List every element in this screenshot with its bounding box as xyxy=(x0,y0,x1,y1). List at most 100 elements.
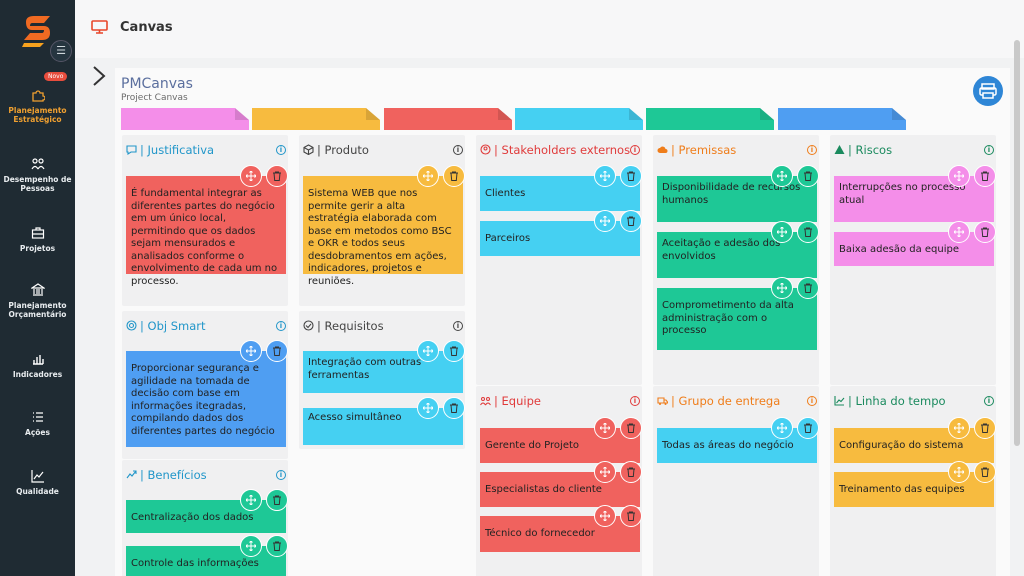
sticky-note[interactable]: Técnico do fornecedor xyxy=(480,516,640,552)
delete-button[interactable] xyxy=(974,417,996,439)
sticky-note[interactable]: Disponibilidade de recursos humanos xyxy=(657,176,817,222)
column-requisitos: | Requisitos i Integração com outras ferra… xyxy=(299,311,465,449)
move-button[interactable] xyxy=(771,165,793,187)
delete-button[interactable] xyxy=(443,340,465,362)
sticky-note[interactable]: Acesso simultâneo xyxy=(303,408,463,445)
delete-button[interactable] xyxy=(797,277,819,299)
move-button[interactable] xyxy=(771,277,793,299)
nav-planejamento-estrategico[interactable]: Planejamento Estratégico xyxy=(0,88,75,124)
sticky-note[interactable]: Comprometimento da alta administração co… xyxy=(657,288,817,350)
canvas-subtitle: Project Canvas xyxy=(121,93,188,103)
sticky-note[interactable]: Clientes xyxy=(480,176,640,211)
nav-acoes[interactable]: Ações xyxy=(0,410,75,437)
sticky-note[interactable]: Interrupções no processo atual xyxy=(834,176,994,222)
color-tab[interactable] xyxy=(515,108,643,130)
info-icon[interactable]: i xyxy=(276,470,286,480)
sticky-note[interactable]: Centralização dos dados xyxy=(126,500,286,533)
delete-button[interactable] xyxy=(266,165,288,187)
info-icon[interactable]: i xyxy=(453,321,463,331)
delete-button[interactable] xyxy=(620,417,642,439)
info-icon[interactable]: i xyxy=(807,396,817,406)
info-icon[interactable]: i xyxy=(276,321,286,331)
info-icon[interactable]: i xyxy=(807,145,817,155)
sticky-note[interactable]: Todas as áreas do negócio xyxy=(657,428,817,463)
sticky-note[interactable]: Sistema WEB que nos permite gerir a alta… xyxy=(303,176,463,287)
info-icon[interactable]: i xyxy=(984,145,994,155)
nav-desempenho-pessoas[interactable]: Desempenho de Pessoas xyxy=(0,157,75,193)
color-tab[interactable] xyxy=(778,108,906,130)
delete-button[interactable] xyxy=(266,340,288,362)
move-button[interactable] xyxy=(771,221,793,243)
sticky-note[interactable]: Parceiros xyxy=(480,221,640,256)
move-button[interactable] xyxy=(594,461,616,483)
move-button[interactable] xyxy=(594,417,616,439)
move-icon xyxy=(599,215,611,227)
sticky-note[interactable]: É fundamental integrar as diferentes par… xyxy=(126,176,286,287)
nav-projetos[interactable]: Projetos xyxy=(0,226,75,253)
color-tab[interactable] xyxy=(121,108,249,130)
move-icon xyxy=(245,494,257,506)
move-button[interactable] xyxy=(594,210,616,232)
move-button[interactable] xyxy=(594,165,616,187)
nav-planejamento-orcamentario[interactable]: Planejamento Orçamentário xyxy=(0,283,75,319)
sticky-note[interactable]: Gerente do Projeto xyxy=(480,428,640,463)
info-icon[interactable]: i xyxy=(984,396,994,406)
sticky-note[interactable]: Configuração do sistema xyxy=(834,428,994,463)
info-icon[interactable]: i xyxy=(276,145,286,155)
move-button[interactable] xyxy=(240,489,262,511)
chevron-right-icon[interactable] xyxy=(90,65,108,87)
move-icon xyxy=(599,510,611,522)
delete-button[interactable] xyxy=(974,461,996,483)
info-icon[interactable]: i xyxy=(630,396,640,406)
delete-button[interactable] xyxy=(620,210,642,232)
column-justificativa: | Justificativa i É fundamental integrar a… xyxy=(122,135,288,306)
people-icon xyxy=(30,158,45,170)
nav-qualidade[interactable]: Qualidade xyxy=(0,469,75,496)
delete-button[interactable] xyxy=(443,165,465,187)
check-circle-icon xyxy=(303,320,314,331)
info-icon[interactable]: i xyxy=(630,145,640,155)
delete-button[interactable] xyxy=(974,165,996,187)
delete-button[interactable] xyxy=(797,221,819,243)
move-button[interactable] xyxy=(240,535,262,557)
sticky-note[interactable]: Integração com outras ferramentas xyxy=(303,351,463,393)
move-button[interactable] xyxy=(948,221,970,243)
scrollbar[interactable] xyxy=(1014,40,1020,446)
sticky-note[interactable]: Aceitação e adesão dos envolvidos xyxy=(657,232,817,278)
delete-button[interactable] xyxy=(974,221,996,243)
delete-button[interactable] xyxy=(443,397,465,419)
color-tab[interactable] xyxy=(252,108,380,130)
delete-button[interactable] xyxy=(797,165,819,187)
move-button[interactable] xyxy=(417,165,439,187)
move-button[interactable] xyxy=(417,340,439,362)
sticky-note[interactable]: Proporcionar segurança e agilidade na to… xyxy=(126,351,286,447)
move-button[interactable] xyxy=(948,165,970,187)
nav-indicadores[interactable]: Indicadores xyxy=(0,352,75,379)
color-tab[interactable] xyxy=(646,108,774,130)
move-button[interactable] xyxy=(240,165,262,187)
trash-icon xyxy=(981,227,989,237)
move-button[interactable] xyxy=(417,397,439,419)
move-button[interactable] xyxy=(948,461,970,483)
sticky-note[interactable]: Controle das informações xyxy=(126,546,286,576)
delete-button[interactable] xyxy=(620,165,642,187)
color-tab[interactable] xyxy=(384,108,512,130)
move-button[interactable] xyxy=(771,417,793,439)
delete-button[interactable] xyxy=(620,505,642,527)
info-icon[interactable]: i xyxy=(453,145,463,155)
move-icon xyxy=(599,422,611,434)
sticky-note[interactable]: Treinamento das equipes xyxy=(834,472,994,507)
move-button[interactable] xyxy=(594,505,616,527)
move-button[interactable] xyxy=(240,340,262,362)
delete-button[interactable] xyxy=(620,461,642,483)
print-button[interactable] xyxy=(973,76,1003,106)
delete-button[interactable] xyxy=(797,417,819,439)
move-button[interactable] xyxy=(948,417,970,439)
user-circle-icon xyxy=(480,144,491,155)
sticky-note[interactable]: Especialistas do cliente xyxy=(480,472,640,507)
delete-button[interactable] xyxy=(266,489,288,511)
delete-button[interactable] xyxy=(266,535,288,557)
sticky-note[interactable]: Baixa adesão da equipe xyxy=(834,232,994,266)
trash-icon xyxy=(273,495,281,505)
menu-toggle-button[interactable]: ☰ xyxy=(50,40,72,62)
